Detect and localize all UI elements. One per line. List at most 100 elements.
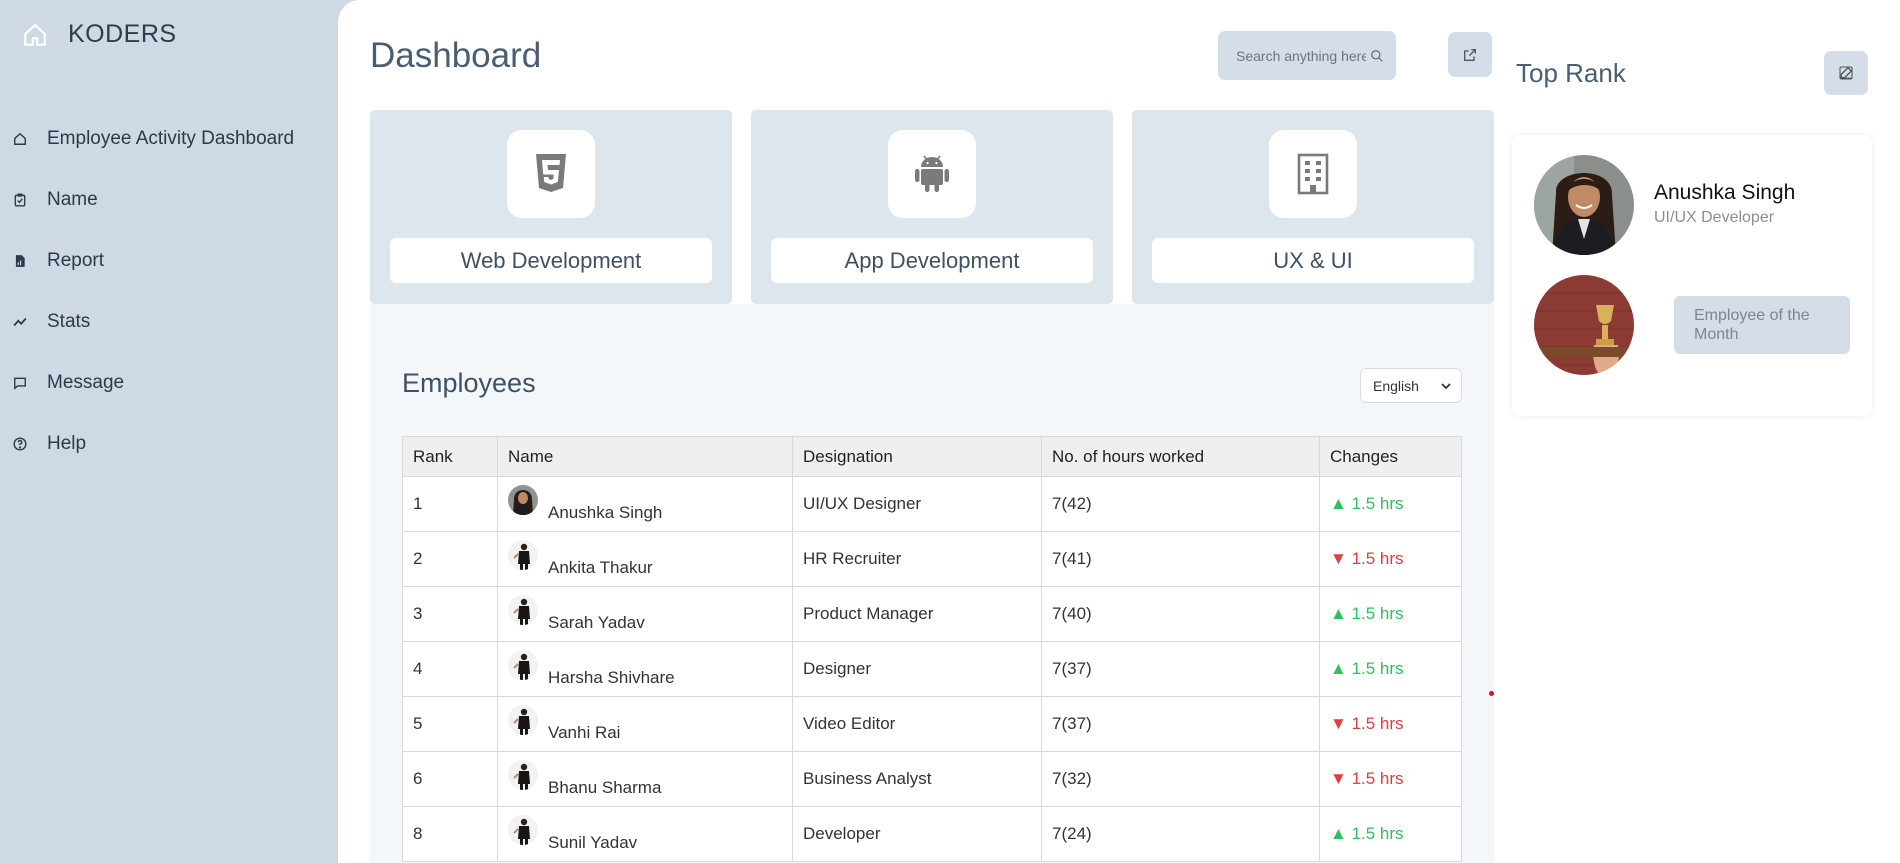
top-rank-card: Anushka Singh UI/UX Developer Employee o… xyxy=(1512,135,1872,416)
change-value: 1.5 hrs xyxy=(1351,549,1404,568)
hours-cell: 7(42) xyxy=(1041,476,1320,532)
avatar xyxy=(508,540,538,570)
designation-cell: Designer xyxy=(792,641,1042,697)
employees-title: Employees xyxy=(402,368,536,398)
table-row[interactable]: 6 Bhanu Sharma Business Analyst 7(32) ▼ 1.5 … xyxy=(402,751,1462,807)
change-cell: ▼ 1.5 hrs xyxy=(1319,696,1462,752)
sidebar-item-label: Help xyxy=(47,432,87,454)
column-header[interactable]: Designation xyxy=(792,436,1042,477)
category-label: Web Development xyxy=(390,238,712,283)
hours-cell: 7(41) xyxy=(1041,531,1320,587)
top-rank-name: Anushka Singh xyxy=(1654,181,1796,204)
sidebar-item-report[interactable]: Report xyxy=(0,230,338,291)
search-box[interactable] xyxy=(1218,31,1396,80)
column-header[interactable]: No. of hours worked xyxy=(1041,436,1320,477)
change-cell: ▲ 1.5 hrs xyxy=(1319,586,1462,642)
employee-name: Vanhi Rai xyxy=(548,723,621,742)
chart-line-icon xyxy=(12,314,28,330)
language-select[interactable]: English xyxy=(1360,368,1462,403)
category-card-web[interactable]: Web Development xyxy=(370,110,732,304)
column-header[interactable]: Rank xyxy=(402,436,498,477)
sidebar-item-name[interactable]: Name xyxy=(0,169,338,230)
external-link-icon xyxy=(1464,48,1476,61)
name-cell: Anushka Singh xyxy=(497,476,793,532)
designation-cell: UI/UX Designer xyxy=(792,476,1042,532)
html5-icon xyxy=(536,154,566,192)
change-value: 1.5 hrs xyxy=(1351,604,1404,623)
designation-cell: HR Recruiter xyxy=(792,531,1042,587)
avatar xyxy=(508,815,538,845)
name-cell: Sarah Yadav xyxy=(497,586,793,642)
top-rank-title: Top Rank xyxy=(1516,58,1626,88)
table-row[interactable]: 8 Sunil Yadav Developer 7(24) ▲ 1.5 hrs xyxy=(402,806,1462,862)
sidebar-item-message[interactable]: Message xyxy=(0,352,338,413)
rank-cell: 8 xyxy=(402,806,498,862)
designation-cell: Developer xyxy=(792,806,1042,862)
sidebar-item-label: Employee Activity Dashboard xyxy=(47,127,295,149)
sidebar-item-help[interactable]: Help xyxy=(0,413,338,474)
column-header[interactable]: Name xyxy=(497,436,793,477)
edit-button[interactable] xyxy=(1824,51,1868,95)
hours-cell: 7(37) xyxy=(1041,641,1320,697)
export-button[interactable] xyxy=(1448,32,1492,77)
top-rank-role: UI/UX Developer xyxy=(1654,209,1775,226)
table-row[interactable]: 4 Harsha Shivhare Designer 7(37) ▲ 1.5 hrs xyxy=(402,641,1462,697)
employee-name: Anushka Singh xyxy=(548,503,663,522)
change-cell: ▲ 1.5 hrs xyxy=(1319,641,1462,697)
category-label: App Development xyxy=(771,238,1093,283)
change-cell: ▼ 1.5 hrs xyxy=(1319,751,1462,807)
chevron-down-icon xyxy=(1441,382,1451,389)
search-icon[interactable] xyxy=(1370,47,1384,65)
clipboard-check-icon xyxy=(12,192,28,208)
arrow-down-icon: ▼ xyxy=(1330,769,1347,788)
home-icon xyxy=(24,23,46,46)
sidebar-item-dashboard[interactable]: Employee Activity Dashboard xyxy=(0,108,338,169)
change-value: 1.5 hrs xyxy=(1351,714,1404,733)
employees-panel: Employees English Rank Name Designation … xyxy=(370,304,1494,863)
hours-cell: 7(32) xyxy=(1041,751,1320,807)
sidebar-item-label: Report xyxy=(47,249,105,271)
table-header-row: Rank Name Designation No. of hours worke… xyxy=(402,436,1462,477)
employees-table: Rank Name Designation No. of hours worke… xyxy=(402,436,1462,862)
sidebar-item-stats[interactable]: Stats xyxy=(0,291,338,352)
name-cell: Bhanu Sharma xyxy=(497,751,793,807)
edit-icon xyxy=(1839,66,1853,80)
change-value: 1.5 hrs xyxy=(1351,494,1404,513)
sidebar-nav: Employee Activity Dashboard Name Report … xyxy=(0,108,338,474)
category-card-ux[interactable]: UX & UI xyxy=(1132,110,1494,304)
table-row[interactable]: 2 Ankita Thakur HR Recruiter 7(41) ▼ 1.5 hrs xyxy=(402,531,1462,587)
language-value: English xyxy=(1373,377,1419,394)
column-header[interactable]: Changes xyxy=(1319,436,1462,477)
rank-cell: 3 xyxy=(402,586,498,642)
category-label: UX & UI xyxy=(1152,238,1474,283)
table-row[interactable]: 3 Sarah Yadav Product Manager 7(40) ▲ 1.5 hr… xyxy=(402,586,1462,642)
name-cell: Harsha Shivhare xyxy=(497,641,793,697)
change-value: 1.5 hrs xyxy=(1351,769,1404,788)
brand[interactable]: KODERS xyxy=(22,20,177,49)
table-row[interactable]: 5 Vanhi Rai Video Editor 7(37) ▼ 1.5 hrs xyxy=(402,696,1462,752)
avatar xyxy=(508,760,538,790)
employee-of-month-badge xyxy=(1534,275,1634,375)
arrow-up-icon: ▲ xyxy=(1330,824,1347,843)
designation-cell: Video Editor xyxy=(792,696,1042,752)
employee-name: Harsha Shivhare xyxy=(548,668,675,687)
hours-cell: 7(37) xyxy=(1041,696,1320,752)
category-card-app[interactable]: App Development xyxy=(751,110,1113,304)
help-circle-icon xyxy=(12,436,28,452)
category-icon-box xyxy=(888,130,976,218)
building-icon xyxy=(1297,153,1329,195)
rank-cell: 2 xyxy=(402,531,498,587)
category-icon-box xyxy=(1269,130,1357,218)
change-cell: ▲ 1.5 hrs xyxy=(1319,476,1462,532)
avatar xyxy=(508,650,538,680)
search-input[interactable] xyxy=(1236,47,1366,64)
android-icon xyxy=(915,155,949,192)
employee-name: Sarah Yadav xyxy=(548,613,645,632)
category-icon-box xyxy=(507,130,595,218)
arrow-up-icon: ▲ xyxy=(1330,494,1347,513)
sidebar-item-label: Stats xyxy=(47,310,91,332)
sidebar-item-label: Message xyxy=(47,371,125,393)
employee-of-month-button[interactable]: Employee of the Month xyxy=(1674,296,1850,354)
cursor-marker xyxy=(1489,691,1494,696)
table-row[interactable]: 1 Anushka Singh UI/UX Designer 7(42) ▲ 1.5 h… xyxy=(402,476,1462,532)
